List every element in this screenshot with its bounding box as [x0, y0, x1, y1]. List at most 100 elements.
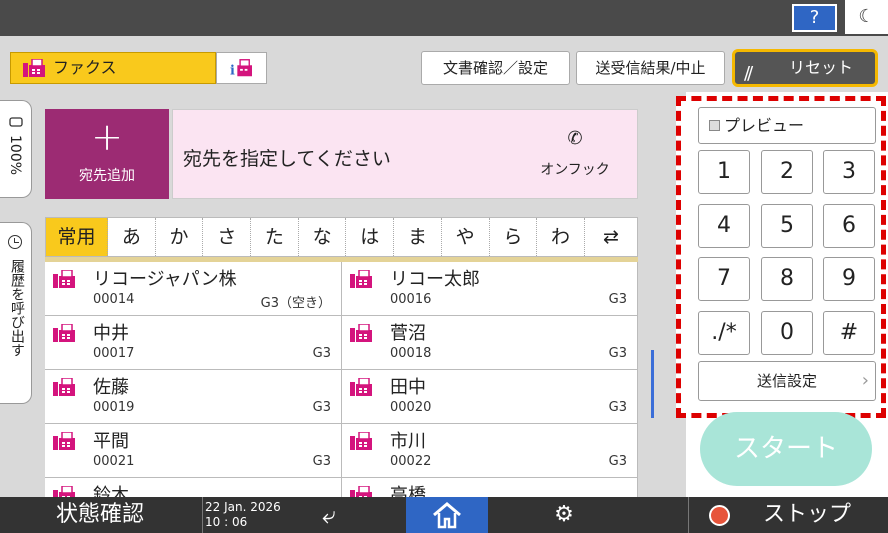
address-entry[interactable]: 菅沼 00018 G3 [342, 316, 638, 370]
keypad-key[interactable]: 6 [823, 204, 875, 248]
fax-icon [53, 270, 75, 288]
history-tab[interactable]: 履歴を呼び出す [0, 222, 32, 404]
destination-field[interactable]: 宛先を指定してください ✆ オンフック [172, 109, 638, 199]
address-entry[interactable]: 田中 00020 G3 [342, 370, 638, 424]
index-tabs: 常用あかさたなはまやらわ ⇄ [45, 217, 638, 257]
document-confirm-button[interactable]: 文書確認／設定 [421, 51, 570, 85]
address-name: 佐藤 [93, 377, 129, 398]
address-entry[interactable]: 市川 00022 G3 [342, 424, 638, 478]
moon-icon[interactable]: ☾ [845, 0, 888, 34]
address-entry[interactable]: 中井 00017 G3 [45, 316, 342, 370]
fax-icon [350, 432, 372, 450]
address-name: 中井 [93, 323, 129, 344]
fax-icon [53, 486, 75, 497]
stop-label: ストップ [763, 502, 852, 527]
top-bar [0, 0, 888, 36]
index-tab[interactable]: は [346, 218, 395, 256]
preview-label: プレビュー [724, 116, 805, 135]
fax-icon [350, 486, 372, 497]
address-entry[interactable]: 平間 00021 G3 [45, 424, 342, 478]
onhook-button[interactable]: ✆ オンフック [525, 128, 625, 188]
keypad-key[interactable]: 0 [761, 311, 813, 355]
address-entry[interactable]: リコー太郎 00016 G3 [342, 262, 638, 316]
address-number: 00022 [390, 454, 432, 469]
start-button[interactable]: スタート [700, 412, 872, 486]
keypad-key[interactable]: 2 [761, 150, 813, 194]
clock-icon [8, 235, 22, 249]
status-check-button[interactable]: 状態確認 [0, 497, 200, 533]
zoom-tab[interactable]: 100% [0, 100, 32, 198]
address-number: 00019 [93, 400, 135, 415]
help-button[interactable]: ? [792, 4, 837, 32]
index-tab[interactable]: さ [203, 218, 252, 256]
index-tab[interactable]: わ [537, 218, 585, 256]
index-tab[interactable]: な [299, 218, 347, 256]
add-destination-button[interactable]: + 宛先追加 [45, 109, 169, 199]
keypad-key[interactable]: 8 [761, 257, 813, 301]
keypad-key[interactable]: ./* [698, 311, 750, 355]
onhook-label: オンフック [540, 162, 610, 178]
index-tab[interactable]: ら [490, 218, 538, 256]
fax-icon [53, 378, 75, 396]
scrollbar[interactable] [651, 350, 654, 418]
address-number: 00018 [390, 346, 432, 361]
keypad-key[interactable]: 3 [823, 150, 875, 194]
checkbox-icon [709, 120, 720, 131]
home-button[interactable] [406, 497, 488, 533]
svg-text:i: i [230, 63, 235, 77]
address-name: 市川 [390, 431, 426, 452]
keypad-key[interactable]: # [823, 311, 875, 355]
fax-icon [350, 270, 372, 288]
address-entry[interactable]: 佐藤 00019 G3 [45, 370, 342, 424]
address-line: G3 [608, 346, 627, 361]
date-text: 22 Jan. 2026 [205, 500, 281, 514]
address-line: G3 [312, 346, 331, 361]
address-entry[interactable]: 高橋 [342, 478, 638, 497]
switch-index-icon[interactable]: ⇄ [585, 218, 637, 256]
reset-button[interactable]: // リセット [732, 49, 878, 87]
index-tab[interactable]: あ [108, 218, 156, 256]
index-tab[interactable]: ま [394, 218, 442, 256]
index-tab[interactable]: た [251, 218, 299, 256]
phone-icon: ✆ [567, 128, 583, 149]
preview-checkbox[interactable]: プレビュー [698, 107, 876, 144]
time-text: 10 : 06 [205, 515, 248, 529]
send-settings-button[interactable]: 送信設定 › [698, 361, 876, 401]
fax-tab[interactable]: ファクス [10, 52, 216, 84]
address-number: 00016 [390, 292, 432, 307]
address-name: 菅沼 [390, 323, 426, 344]
device-icon [9, 117, 23, 127]
index-tab[interactable]: か [156, 218, 204, 256]
keypad-key[interactable]: 7 [698, 257, 750, 301]
fax-icon [53, 324, 75, 342]
address-line: G3 [608, 454, 627, 469]
fax-tab-label: ファクス [53, 58, 117, 77]
fax-info-button[interactable]: i [216, 52, 267, 84]
add-destination-label: 宛先追加 [79, 168, 135, 184]
address-name: リコージャパン株 [93, 269, 237, 290]
keypad-key[interactable]: 1 [698, 150, 750, 194]
send-result-button[interactable]: 送受信結果/中止 [576, 51, 725, 85]
address-entry[interactable]: リコージャパン株 00014 G3（空き） [45, 262, 342, 316]
address-line: G3 [608, 400, 627, 415]
address-line: G3 [608, 292, 627, 307]
address-number: 00017 [93, 346, 135, 361]
keypad-key[interactable]: 5 [761, 204, 813, 248]
address-name: 鈴木 [93, 485, 129, 497]
index-tab[interactable]: や [442, 218, 490, 256]
address-name: 高橋 [390, 485, 426, 497]
keypad-key[interactable]: 4 [698, 204, 750, 248]
index-tab[interactable]: 常用 [46, 218, 108, 256]
fax-icon [350, 378, 372, 396]
gear-icon[interactable]: ⚙ [524, 497, 604, 533]
fax-icon [350, 324, 372, 342]
plus-icon: + [91, 115, 123, 159]
back-arrow-icon[interactable]: ⤶ [290, 497, 368, 533]
zoom-tab-label: 100% [7, 135, 23, 176]
stop-button[interactable]: ストップ [688, 497, 888, 533]
send-settings-label: 送信設定 [756, 372, 817, 390]
keypad-key[interactable]: 9 [823, 257, 875, 301]
address-entry[interactable]: 鈴木 [45, 478, 342, 497]
history-tab-label: 履歴を呼び出す [9, 259, 25, 357]
address-list: リコージャパン株 00014 G3（空き） リコー太郎 00016 G3 中井 00017 G3… [45, 262, 638, 497]
